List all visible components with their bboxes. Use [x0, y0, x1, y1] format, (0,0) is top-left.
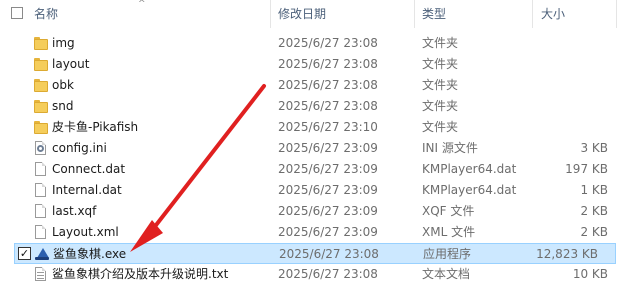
- file-date: 2025/6/27 23:09: [278, 141, 378, 155]
- file-type: XML 文件: [422, 225, 476, 239]
- file-size: 197 KB: [565, 162, 608, 176]
- file-name: 鲨鱼象棋介绍及版本升级说明.txt: [52, 267, 229, 281]
- file-type: 应用程序: [423, 247, 472, 261]
- file-icon: [34, 225, 48, 240]
- file-size: 12,823 KB: [536, 247, 598, 261]
- file-date: 2025/6/27 23:08: [279, 247, 379, 261]
- column-name[interactable]: 名称: [34, 0, 58, 28]
- file-name: Connect.dat: [52, 162, 126, 176]
- file-row[interactable]: Connect.dat 2025/6/27 23:09 KMPlayer64.dat…: [0, 159, 640, 180]
- file-row[interactable]: last.xqf 2025/6/27 23:09 XQF 文件 2 KB: [0, 201, 640, 222]
- file-name: last.xqf: [52, 204, 97, 218]
- column-header: ^ 名称 修改日期 类型 大小: [0, 0, 640, 28]
- settings-file-icon: [34, 141, 48, 156]
- column-divider[interactable]: [270, 0, 271, 28]
- file-type: KMPlayer64.dat: [422, 183, 517, 197]
- file-icon: [34, 183, 48, 198]
- file-type: 文件夹: [422, 78, 459, 92]
- folder-icon: [34, 36, 48, 51]
- file-icon: [34, 162, 48, 177]
- file-date: 2025/6/27 23:08: [278, 36, 378, 50]
- file-row[interactable]: Internal.dat 2025/6/27 23:09 KMPlayer64.da…: [0, 180, 640, 201]
- file-row[interactable]: config.ini 2025/6/27 23:09 INI 源文件 3 KB: [0, 138, 640, 159]
- file-size: 2 KB: [580, 204, 608, 218]
- file-date: 2025/6/27 23:09: [278, 225, 378, 239]
- file-row[interactable]: Layout.xml 2025/6/27 23:09 XML 文件 2 KB: [0, 222, 640, 243]
- file-type: 文件夹: [422, 120, 459, 134]
- column-date[interactable]: 修改日期: [278, 0, 326, 28]
- file-name: layout: [52, 57, 90, 71]
- file-type: KMPlayer64.dat: [422, 162, 517, 176]
- file-size: 10 KB: [572, 267, 608, 281]
- file-row[interactable]: 皮卡鱼-Pikafish 2025/6/27 23:10 文件夹: [0, 117, 640, 138]
- file-date: 2025/6/27 23:09: [278, 162, 378, 176]
- folder-icon: [34, 78, 48, 93]
- file-date: 2025/6/27 23:08: [278, 99, 378, 113]
- file-row[interactable]: snd 2025/6/27 23:08 文件夹: [0, 96, 640, 117]
- file-name: obk: [52, 78, 74, 92]
- file-date: 2025/6/27 23:08: [278, 57, 378, 71]
- select-all-checkbox[interactable]: [11, 7, 23, 19]
- file-row[interactable]: obk 2025/6/27 23:08 文件夹: [0, 75, 640, 96]
- text-file-icon: [34, 267, 48, 282]
- file-row[interactable]: img 2025/6/27 23:08 文件夹: [0, 33, 640, 54]
- row-checkbox[interactable]: ✓: [18, 247, 31, 260]
- folder-icon: [34, 99, 48, 114]
- file-name: Layout.xml: [52, 225, 119, 239]
- file-icon: [34, 204, 48, 219]
- file-row[interactable]: 鲨鱼象棋介绍及版本升级说明.txt 2025/6/27 23:08 文本文档 10 K…: [0, 264, 640, 285]
- file-type: 文件夹: [422, 99, 459, 113]
- file-name: img: [52, 36, 75, 50]
- file-size: 1 KB: [580, 183, 608, 197]
- file-type: 文本文档: [422, 267, 471, 281]
- file-row[interactable]: ✓ 鲨鱼象棋.exe 2025/6/27 23:08 应用程序 12,823 KB: [14, 243, 616, 264]
- shark-app-icon: [35, 246, 49, 261]
- file-type: XQF 文件: [422, 204, 475, 218]
- column-size[interactable]: 大小: [541, 0, 565, 28]
- file-date: 2025/6/27 23:10: [278, 120, 378, 134]
- file-name: config.ini: [52, 141, 107, 155]
- file-name: 皮卡鱼-Pikafish: [52, 120, 139, 134]
- file-date: 2025/6/27 23:08: [278, 267, 378, 281]
- column-divider[interactable]: [414, 0, 415, 28]
- file-size: 2 KB: [580, 225, 608, 239]
- folder-icon: [34, 120, 48, 135]
- file-row[interactable]: layout 2025/6/27 23:08 文件夹: [0, 54, 640, 75]
- file-type: 文件夹: [422, 36, 459, 50]
- file-size: 3 KB: [580, 141, 608, 155]
- sort-caret-icon: ^: [138, 0, 146, 9]
- file-type: 文件夹: [422, 57, 459, 71]
- column-divider[interactable]: [532, 0, 533, 28]
- file-date: 2025/6/27 23:08: [278, 78, 378, 92]
- file-date: 2025/6/27 23:09: [278, 183, 378, 197]
- file-date: 2025/6/27 23:09: [278, 204, 378, 218]
- column-divider[interactable]: [616, 0, 617, 28]
- column-type[interactable]: 类型: [422, 0, 446, 28]
- file-name: Internal.dat: [52, 183, 122, 197]
- file-type: INI 源文件: [422, 141, 478, 155]
- file-name: 鲨鱼象棋.exe: [53, 247, 127, 261]
- file-name: snd: [52, 99, 74, 113]
- folder-icon: [34, 57, 48, 72]
